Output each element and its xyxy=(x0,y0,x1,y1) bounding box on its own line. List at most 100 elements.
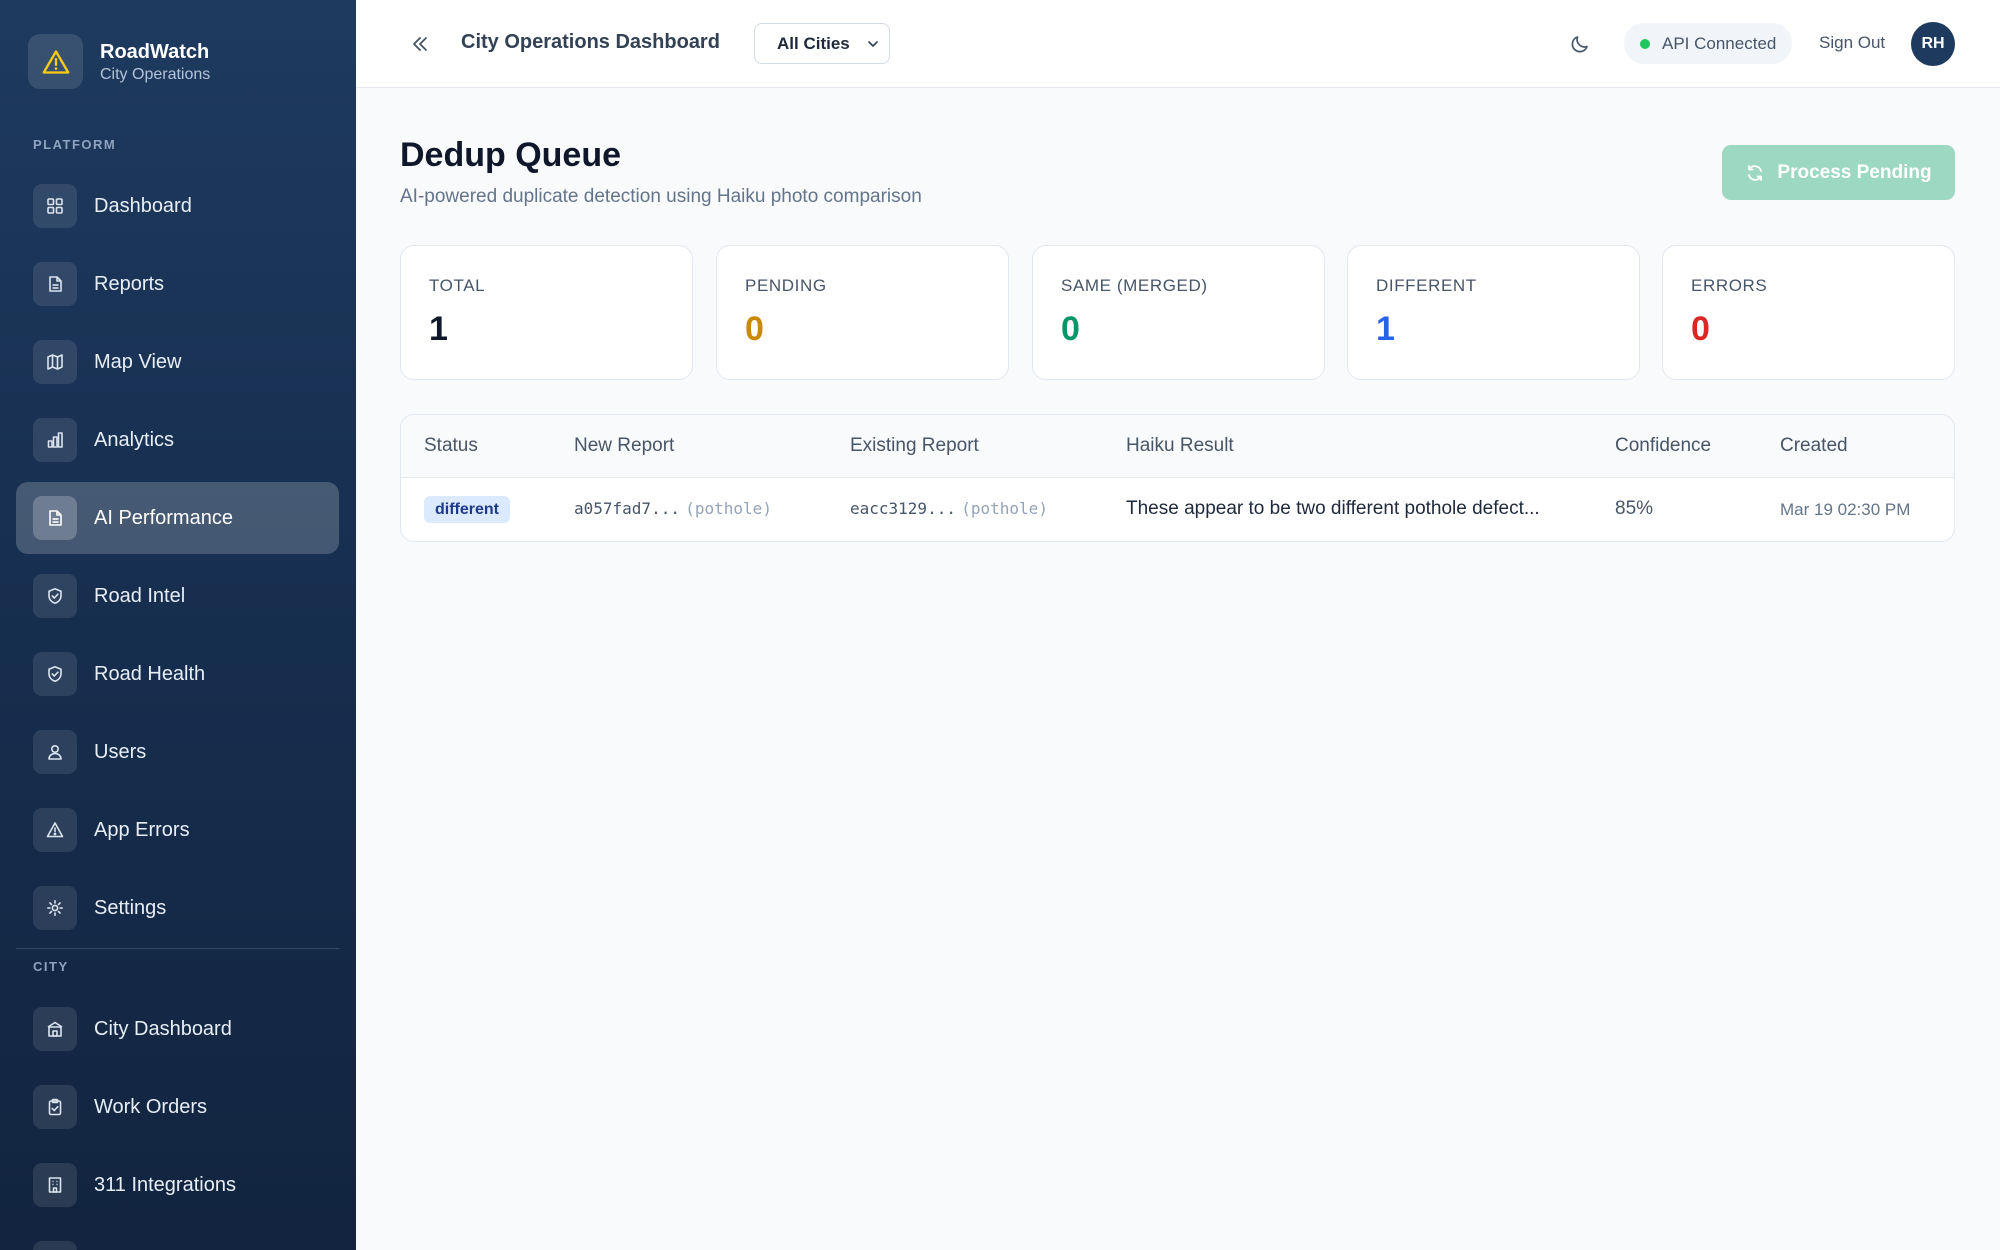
sidebar-item-label: Settings xyxy=(94,896,167,919)
collapse-sidebar-button[interactable] xyxy=(406,30,434,58)
section-label-platform: PLATFORM xyxy=(33,137,117,152)
sidebar-item-label: 311 Integrations xyxy=(94,1173,236,1196)
sidebar-item-road-intel[interactable]: Road Intel xyxy=(16,560,339,632)
sidebar-item-label: Users xyxy=(94,740,147,763)
theme-toggle-button[interactable] xyxy=(1566,30,1594,58)
existing-report-type: (pothole) xyxy=(961,499,1048,518)
chevron-down-icon xyxy=(868,41,878,47)
stat-label: ERRORS xyxy=(1691,276,1768,295)
stat-card-total: TOTAL 1 xyxy=(400,245,693,380)
stat-value: 0 xyxy=(745,310,764,348)
sign-out-button[interactable]: Sign Out xyxy=(1819,33,1885,53)
new-report-cell[interactable]: a057fad7... (pothole) xyxy=(574,498,772,520)
sidebar-item-label: Road Health xyxy=(94,662,206,685)
users-icon xyxy=(33,730,77,774)
page-subtitle: AI-powered duplicate detection using Hai… xyxy=(400,186,922,207)
chevrons-left-icon xyxy=(413,37,427,51)
bar-chart-icon xyxy=(33,418,77,462)
stat-label: PENDING xyxy=(745,276,827,295)
sidebar-item-city-dashboard[interactable]: City Dashboard xyxy=(16,993,339,1065)
moon-icon xyxy=(1571,36,1588,53)
existing-report-cell[interactable]: eacc3129... (pothole) xyxy=(850,498,1048,520)
shield-check-icon xyxy=(33,652,77,696)
map-icon xyxy=(33,340,77,384)
sidebar-item-users[interactable]: Users xyxy=(16,716,339,788)
sidebar-item-label: Map View xyxy=(94,350,182,373)
topbar-title: City Operations Dashboard xyxy=(461,31,720,53)
sidebar-item-app-errors[interactable]: App Errors xyxy=(16,794,339,866)
new-report-type: (pothole) xyxy=(685,499,772,518)
sidebar-item-dashboard[interactable]: Dashboard xyxy=(16,170,339,242)
sidebar-item-settings[interactable]: Settings xyxy=(16,872,339,944)
column-header-existing-report[interactable]: Existing Report xyxy=(850,435,979,457)
stat-value: 0 xyxy=(1061,310,1080,348)
warning-logo-icon xyxy=(28,34,83,89)
stat-card-same-merged: SAME (MERGED) 0 xyxy=(1032,245,1325,380)
status-dot-icon xyxy=(1640,38,1650,49)
document-icon xyxy=(33,262,77,306)
warning-icon xyxy=(33,808,77,852)
sidebar-item-ai-performance[interactable]: AI Performance xyxy=(16,482,339,554)
process-pending-label: Process Pending xyxy=(1777,161,1932,183)
stat-value: 1 xyxy=(1376,310,1395,348)
confidence-cell: 85% xyxy=(1615,498,1654,519)
more-icon xyxy=(33,1241,77,1250)
column-header-confidence[interactable]: Confidence xyxy=(1615,435,1711,457)
brand[interactable]: RoadWatch City Operations xyxy=(28,34,210,89)
city-select-value: All Cities xyxy=(777,33,850,53)
brand-subtitle: City Operations xyxy=(100,65,211,83)
refresh-icon xyxy=(1748,164,1763,181)
existing-report-id: eacc3129... xyxy=(850,499,956,518)
new-report-id: a057fad7... xyxy=(574,499,680,518)
sidebar-item-work-orders[interactable]: Work Orders xyxy=(16,1071,339,1143)
building-icon xyxy=(33,1007,77,1051)
document-icon xyxy=(33,496,77,540)
section-label-city: CITY xyxy=(33,959,69,974)
sidebar-item-analytics[interactable]: Analytics xyxy=(16,404,339,476)
topbar: City Operations Dashboard All Cities API… xyxy=(356,0,2000,88)
dedup-table: Status New Report Existing Report Haiku … xyxy=(400,414,1955,542)
stat-card-different: DIFFERENT 1 xyxy=(1347,245,1640,380)
office-icon xyxy=(33,1163,77,1207)
column-header-new-report[interactable]: New Report xyxy=(574,435,674,457)
sidebar: RoadWatch City Operations PLATFORM Dashb… xyxy=(0,0,356,1250)
sidebar-item-label: Road Intel xyxy=(94,584,186,607)
status-badge: different xyxy=(424,496,510,523)
sidebar-item-label: City Dashboard xyxy=(94,1017,232,1040)
column-header-haiku-result[interactable]: Haiku Result xyxy=(1126,435,1234,457)
sidebar-item-label: Work Orders xyxy=(94,1095,207,1118)
sidebar-item-label: Analytics xyxy=(94,428,175,451)
avatar[interactable]: RH xyxy=(1911,22,1955,66)
city-select[interactable]: All Cities xyxy=(754,23,890,64)
sidebar-item-map-view[interactable]: Map View xyxy=(16,326,339,398)
sidebar-item-partial[interactable] xyxy=(16,1227,339,1250)
sidebar-item-reports[interactable]: Reports xyxy=(16,248,339,320)
stat-value: 0 xyxy=(1691,310,1710,348)
stat-label: SAME (MERGED) xyxy=(1061,276,1208,295)
table-header: Status New Report Existing Report Haiku … xyxy=(401,415,1954,478)
process-pending-button[interactable]: Process Pending xyxy=(1722,145,1955,200)
sidebar-item-311-integrations[interactable]: 311 Integrations xyxy=(16,1149,339,1221)
column-header-status[interactable]: Status xyxy=(424,435,478,457)
stat-label: DIFFERENT xyxy=(1376,276,1477,295)
haiku-result-cell: These appear to be two different pothole… xyxy=(1126,498,1540,519)
sidebar-item-label: AI Performance xyxy=(94,506,233,529)
api-status-badge: API Connected xyxy=(1624,23,1793,64)
column-header-created[interactable]: Created xyxy=(1780,435,1848,457)
grid-icon xyxy=(33,184,77,228)
gear-icon xyxy=(33,886,77,930)
sidebar-item-label: Reports xyxy=(94,272,165,295)
stat-label: TOTAL xyxy=(429,276,486,295)
created-cell: Mar 19 02:30 PM xyxy=(1780,500,1911,519)
stat-card-pending: PENDING 0 xyxy=(716,245,1009,380)
api-status-text: API Connected xyxy=(1662,33,1777,53)
sidebar-divider xyxy=(16,948,339,949)
clipboard-check-icon xyxy=(33,1085,77,1129)
sidebar-item-road-health[interactable]: Road Health xyxy=(16,638,339,710)
stat-card-errors: ERRORS 0 xyxy=(1662,245,1955,380)
stat-value: 1 xyxy=(429,310,448,348)
page-title: Dedup Queue xyxy=(400,136,622,174)
shield-check-icon xyxy=(33,574,77,618)
sidebar-item-label: App Errors xyxy=(94,818,190,841)
brand-name: RoadWatch xyxy=(100,40,210,63)
